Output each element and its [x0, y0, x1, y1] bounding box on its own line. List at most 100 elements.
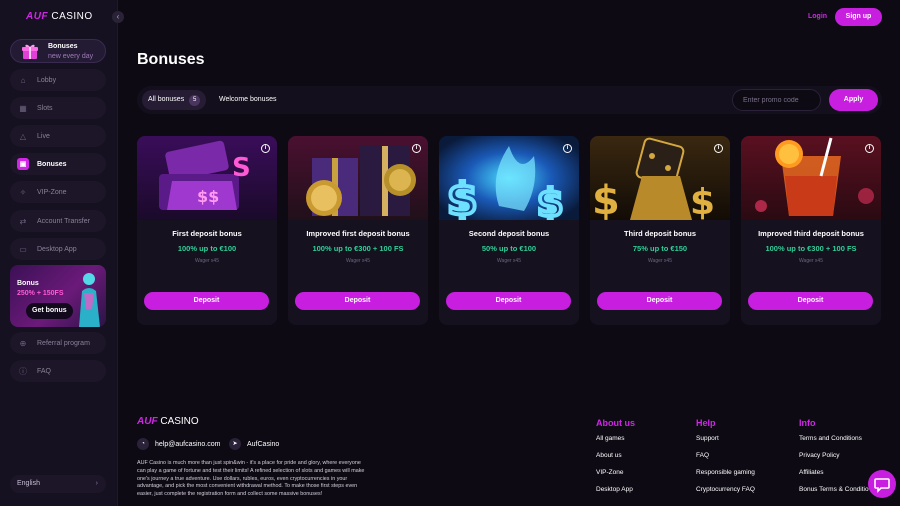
deposit-button[interactable]: Deposit: [295, 292, 420, 310]
footer-telegram[interactable]: ➤ AufCasino: [229, 438, 279, 450]
sidebar-item-referral-program[interactable]: ⊕ Referral program: [10, 332, 106, 354]
svg-text:$: $: [690, 182, 715, 220]
email-link: help@aufcasino.com: [155, 440, 221, 448]
banner-amount: 250% + 150FS: [17, 290, 64, 297]
card-title: Third deposit bonus: [623, 229, 697, 238]
card-title: Improved first deposit bonus: [306, 229, 410, 238]
golden-dice-image: $ $: [590, 136, 730, 220]
get-bonus-button[interactable]: Get bonus: [26, 303, 73, 319]
banner-title: Bonus: [17, 280, 39, 287]
deposit-button[interactable]: Deposit: [748, 292, 873, 310]
logo-auf: AUF: [137, 416, 158, 427]
gift-box-icon: [22, 44, 38, 59]
info-icon[interactable]: i: [563, 144, 572, 153]
sidebar-item-faq[interactable]: ⓘ FAQ: [10, 360, 106, 382]
gift-coins-image: [288, 136, 428, 220]
info-icon[interactable]: i: [412, 144, 421, 153]
deposit-button[interactable]: Deposit: [446, 292, 571, 310]
info-icon[interactable]: i: [714, 144, 723, 153]
footer-email[interactable]: ◔ help@aufcasino.com: [137, 438, 220, 450]
deposit-button[interactable]: Deposit: [597, 292, 722, 310]
deposit-button[interactable]: Deposit: [144, 292, 269, 310]
tab-count-badge: 5: [189, 94, 201, 106]
character-illustration: [79, 273, 100, 327]
live-icon: △: [19, 131, 27, 141]
footer-link[interactable]: FAQ: [696, 452, 755, 469]
sidebar-item-label: Bonuses: [37, 160, 67, 168]
logo-auf: AUF: [26, 11, 49, 22]
footer-column-title: Info: [799, 418, 816, 428]
apply-promo-button[interactable]: Apply: [829, 89, 878, 111]
footer-link[interactable]: About us: [596, 452, 635, 469]
chat-icon: [874, 478, 890, 493]
card-wager: Wager x45: [195, 258, 219, 264]
svg-text:$: $: [592, 178, 620, 220]
footer-column-title: About us: [596, 418, 635, 428]
footer-link[interactable]: Privacy Policy: [799, 452, 869, 469]
footer-link[interactable]: Bonus Terms & Conditions: [799, 486, 869, 503]
login-link[interactable]: Login: [808, 13, 827, 20]
card-amount: 75% up to €150: [632, 244, 688, 253]
info-icon[interactable]: i: [261, 144, 270, 153]
tab-label: All bonuses: [148, 96, 185, 103]
footer-link[interactable]: Desktop App: [596, 486, 635, 503]
logo-casino: CASINO: [160, 416, 199, 427]
chat-bubble-icon: ◔: [137, 438, 149, 450]
card-title: Second deposit bonus: [468, 229, 550, 238]
footer-column-title: Help: [696, 418, 716, 428]
sidebar-item-desktop-app[interactable]: ▭ Desktop App: [10, 238, 106, 260]
logo-casino: CASINO: [51, 11, 93, 22]
treasure-chest-image: S $$: [137, 136, 277, 220]
card-wager: Wager x45: [346, 258, 370, 264]
referral-icon: ⊕: [19, 338, 27, 348]
footer-logo[interactable]: AUF CASINO: [137, 416, 199, 427]
sidebar-item-live[interactable]: △ Live: [10, 125, 106, 147]
footer-link[interactable]: VIP-Zone: [596, 469, 635, 486]
sidebar-item-bonuses[interactable]: ▣ Bonuses: [10, 153, 106, 175]
vip-icon: ✧: [19, 187, 27, 197]
card-amount: 100% up to €300 + 100 FS: [765, 244, 857, 253]
tab-welcome-bonuses[interactable]: Welcome bonuses: [219, 90, 276, 110]
sidebar-item-lobby[interactable]: ⌂ Lobby: [10, 69, 106, 91]
collapse-sidebar-button[interactable]: ‹: [112, 11, 124, 23]
chevron-left-icon: ‹: [116, 12, 120, 21]
card-amount: 100% up to €300 + 100 FS: [312, 244, 404, 253]
footer-link[interactable]: Terms and Conditions: [799, 435, 869, 452]
footer-column-about: About us All games About us VIP-Zone Des…: [596, 418, 635, 503]
info-icon: ⓘ: [19, 366, 27, 376]
sidebar-item-vip-zone[interactable]: ✧ VIP-Zone: [10, 181, 106, 203]
gift-icon: ▣: [17, 158, 29, 170]
footer-link[interactable]: All games: [596, 435, 635, 452]
card-amount: 100% up to €100: [177, 244, 237, 253]
footer-link[interactable]: Affiliates: [799, 469, 869, 486]
language-label: English: [17, 480, 40, 487]
signup-button[interactable]: Sign up: [835, 8, 882, 26]
bonus-card-improved-first-deposit: i Improved first deposit bonus 100% up t…: [288, 136, 428, 325]
promo-code-input[interactable]: [732, 89, 821, 111]
svg-text:$: $: [537, 181, 563, 220]
sidebar-item-label: Account Transfer: [37, 217, 90, 225]
footer-description: AUF Casino is much more than just spin&w…: [137, 460, 365, 498]
footer-link[interactable]: Support: [696, 435, 755, 452]
sidebar-item-account-transfer[interactable]: ⇄ Account Transfer: [10, 210, 106, 232]
svg-text:$: $: [447, 174, 478, 220]
transfer-icon: ⇄: [19, 216, 27, 226]
bonus-card-second-deposit: $ $ i Second deposit bonus 50% up to €10…: [439, 136, 579, 325]
footer-link[interactable]: Cryptocurrency FAQ: [696, 486, 755, 503]
tab-all-bonuses[interactable]: All bonuses 5: [142, 90, 207, 110]
live-chat-button[interactable]: [868, 470, 896, 498]
bonuses-promo-pill[interactable]: Bonuses new every day: [10, 39, 106, 63]
promo-title: Bonuses: [48, 43, 78, 50]
chevron-right-icon: ›: [95, 480, 98, 487]
language-selector[interactable]: English ›: [10, 475, 106, 493]
footer-link[interactable]: Responsible gaming: [696, 469, 755, 486]
sidebar-item-label: Live: [37, 132, 50, 140]
bonus-filter-bar: All bonuses 5 Welcome bonuses Apply: [137, 86, 882, 114]
info-icon[interactable]: i: [865, 144, 874, 153]
bonus-banner[interactable]: Bonus 250% + 150FS Get bonus: [10, 265, 106, 327]
sidebar-item-slots[interactable]: ▦ Slots: [10, 97, 106, 119]
bonus-card-third-deposit: $ $ i Third deposit bonus 75% up to €150…: [590, 136, 730, 325]
card-wager: Wager x45: [799, 258, 823, 264]
brand-logo[interactable]: AUF CASINO: [26, 11, 93, 22]
desktop-icon: ▭: [19, 244, 27, 254]
